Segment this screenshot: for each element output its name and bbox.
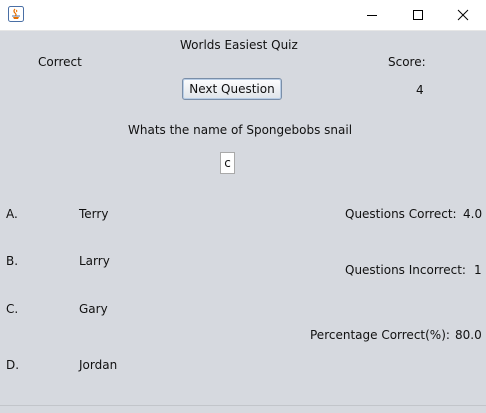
option-letter-a: A. xyxy=(6,207,18,221)
title-bar xyxy=(0,0,486,31)
percentage-correct-value: 80.0 xyxy=(455,328,482,342)
questions-correct-label: Questions Correct: xyxy=(345,207,457,221)
minimize-icon xyxy=(367,15,377,16)
option-text-c: Gary xyxy=(79,302,108,316)
minimize-button[interactable] xyxy=(349,0,395,30)
status-label: Correct xyxy=(38,55,82,69)
score-value: 4 xyxy=(416,83,424,97)
percentage-correct-label: Percentage Correct(%): xyxy=(310,328,450,342)
close-icon xyxy=(457,9,469,21)
option-text-a: Terry xyxy=(79,207,109,221)
answer-input[interactable]: c xyxy=(220,152,235,174)
option-letter-b: B. xyxy=(6,254,19,268)
questions-incorrect-label: Questions Incorrect: xyxy=(345,263,466,277)
questions-correct-value: 4.0 xyxy=(463,207,483,221)
questions-incorrect-value: 1 xyxy=(474,263,482,277)
quiz-panel: Worlds Easiest Quiz Correct Score: Next … xyxy=(0,31,486,412)
option-text-b: Larry xyxy=(79,254,110,268)
maximize-icon xyxy=(413,10,423,20)
question-text: Whats the name of Spongebobs snail xyxy=(128,123,353,137)
close-button[interactable] xyxy=(440,0,486,30)
option-text-d: Jordan xyxy=(79,358,118,372)
maximize-button[interactable] xyxy=(395,0,441,30)
quiz-title: Worlds Easiest Quiz xyxy=(180,38,298,52)
score-label: Score: xyxy=(388,55,426,69)
java-cup-icon[interactable] xyxy=(8,6,24,22)
option-letter-c: C. xyxy=(6,302,19,316)
option-letter-d: D. xyxy=(6,358,20,372)
next-question-button[interactable]: Next Question xyxy=(182,78,282,100)
